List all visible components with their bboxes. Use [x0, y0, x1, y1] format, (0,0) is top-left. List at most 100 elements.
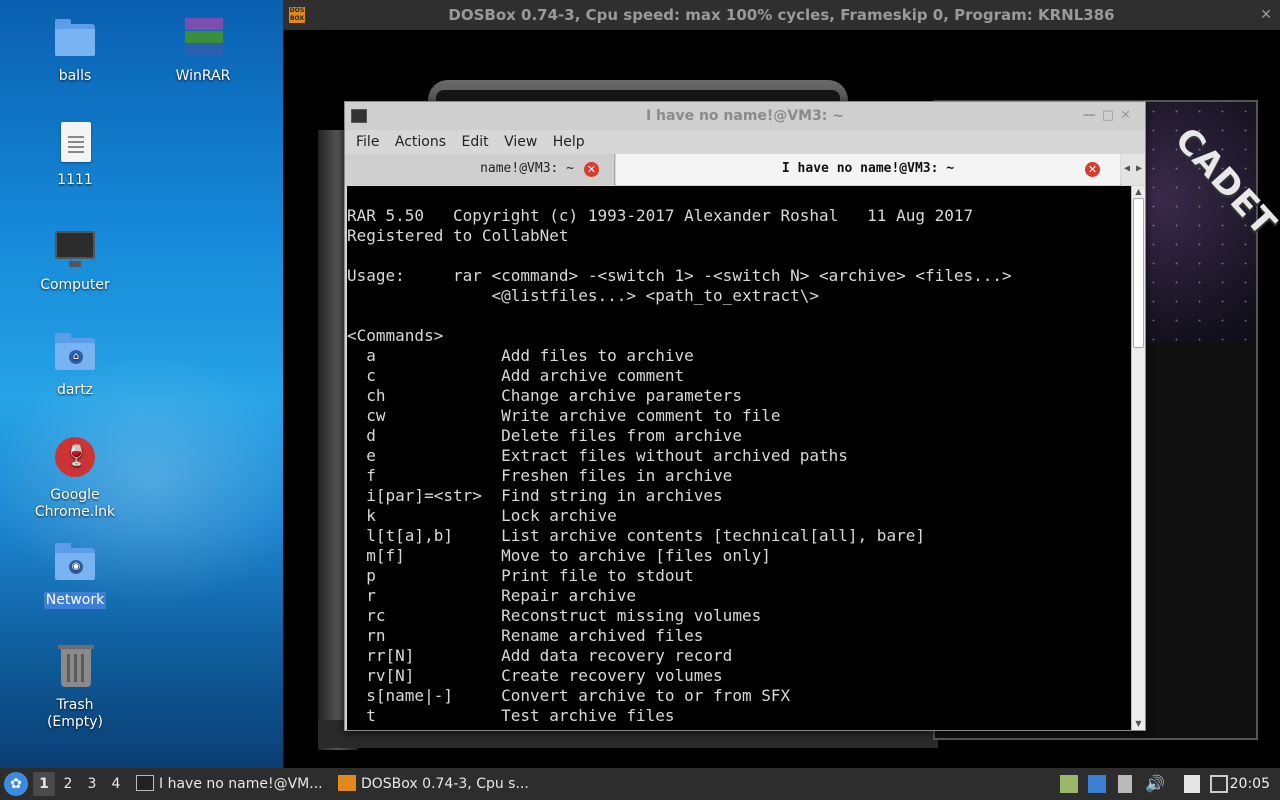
terminal-window: I have no name!@VM3: ~ —□✕ File Actions … [344, 101, 1146, 731]
terminal-line: <@listfiles...> <path_to_extract\> [347, 286, 820, 305]
terminal-line: rv[N] Create recovery volumes [347, 666, 723, 685]
taskbar-item-dosbox[interactable]: DOSBox 0.74-3, Cpu s... [338, 770, 533, 798]
tab-scroll-left-icon[interactable]: ◀ [1121, 154, 1133, 185]
menu-edit[interactable]: Edit [450, 130, 488, 154]
menu-bar: File Actions Edit View Help [345, 130, 1145, 154]
maximize-icon[interactable]: □ [1102, 108, 1120, 123]
workspace-1[interactable]: 1 [33, 772, 55, 796]
dosbox-titlebar[interactable]: DOS BOX DOSBox 0.74-3, Cpu speed: max 10… [283, 0, 1280, 30]
terminal-line: m[f] Move to archive [files only] [347, 546, 771, 565]
desktop-icon-label: Google Chrome.lnk [34, 487, 116, 520]
workspace-4[interactable]: 4 [105, 772, 127, 796]
clipboard-icon[interactable] [1184, 775, 1200, 793]
scroll-down-icon[interactable]: ▼ [1132, 718, 1145, 730]
terminal-line: p Print file to stdout [347, 566, 694, 585]
dosbox-icon [338, 774, 356, 791]
menu-help[interactable]: Help [542, 130, 585, 154]
document-icon[interactable] [1118, 775, 1132, 793]
terminal-line: c Add archive comment [347, 366, 685, 385]
terminal-line: rc Reconstruct missing volumes [347, 606, 762, 625]
network-icon[interactable] [1210, 775, 1228, 793]
close-icon[interactable]: ✕ [1260, 0, 1272, 30]
window-controls: —□✕ [1083, 102, 1137, 130]
winrar-icon [179, 16, 227, 64]
terminal-line: cw Write archive comment to file [347, 406, 781, 425]
terminal-line: f Freshen files in archive [347, 466, 733, 485]
terminal-line: r Repair archive [347, 586, 636, 605]
home-folder-icon: ⌂ [51, 330, 99, 378]
start-menu-button[interactable]: ✿ [4, 772, 28, 796]
terminal-line: rn Rename archived files [347, 626, 704, 645]
start-menu-icon: ✿ [10, 776, 22, 792]
tab-terminal-1[interactable]: name!@VM3: ~ ✕ [345, 154, 615, 185]
desktop-icon-google-chrome[interactable]: GoogleChrome.lnk [25, 435, 125, 521]
desktop-icon-1111[interactable]: 1111 [25, 120, 125, 189]
task-label: DOSBox 0.74-3, Cpu s... [361, 776, 529, 792]
menu-file[interactable]: File [345, 130, 379, 154]
desktop-icon-computer[interactable]: Computer [25, 225, 125, 294]
taskbar: ✿ 1 2 3 4 I have no name!@VM... DOSBox 0… [0, 768, 1280, 800]
desktop-icon-label: dartz [56, 382, 94, 398]
desktop: balls WinRAR 1111 Computer ⌂ dartz Googl… [0, 0, 283, 768]
terminal-title: I have no name!@VM3: ~ [645, 108, 845, 124]
minimize-icon[interactable]: — [1083, 108, 1102, 123]
terminal-line: Usage: rar <command> -<switch 1> -<switc… [347, 266, 1012, 285]
terminal-line: rr[N] Add data recovery record [347, 646, 733, 665]
terminal-output[interactable]: RAR 5.50 Copyright (c) 1993-2017 Alexand… [347, 186, 1131, 730]
clock[interactable]: 20:05 [1230, 768, 1270, 800]
terminal-titlebar[interactable]: I have no name!@VM3: ~ —□✕ [345, 102, 1145, 130]
scrollbar-thumb[interactable] [1133, 198, 1144, 348]
game-logo-text: CADET [1166, 119, 1280, 245]
terminal-line: t Test archive files [347, 706, 675, 725]
scroll-up-icon[interactable]: ▲ [1132, 186, 1145, 198]
terminal-line: <Commands> [347, 326, 444, 345]
notes-icon[interactable] [1060, 775, 1078, 793]
desktop-icon-label: Computer [40, 277, 110, 293]
terminal-line: e Extract files without archived paths [347, 446, 848, 465]
task-label: I have no name!@VM... [159, 776, 323, 792]
wine-icon [51, 435, 99, 483]
terminal-line: d Delete files from archive [347, 426, 742, 445]
terminal-line: k Lock archive [347, 506, 617, 525]
workspace-3[interactable]: 3 [81, 772, 103, 796]
desktop-icon-label: WinRAR [175, 68, 231, 84]
tab-label: I have no name!@VM3: ~ [781, 161, 955, 176]
trash-icon [51, 645, 99, 693]
tab-label: name!@VM3: ~ [480, 161, 574, 176]
desktop-icon-label: Network [43, 592, 107, 609]
desktop-icon-network[interactable]: ◉ Network [25, 540, 125, 609]
terminal-line: Registered to CollabNet [347, 226, 569, 245]
dosbox-logo-icon: DOS BOX [289, 7, 305, 23]
terminal-line: a Add files to archive [347, 346, 694, 365]
desktop-icon-label: 1111 [57, 172, 93, 188]
volume-icon[interactable]: 🔊 [1145, 775, 1165, 793]
close-icon[interactable]: ✕ [1120, 108, 1137, 123]
close-tab-icon[interactable]: ✕ [1085, 162, 1100, 177]
taskbar-item-terminal[interactable]: I have no name!@VM... [136, 770, 326, 798]
computer-icon [51, 225, 99, 273]
terminal-line: ch Change archive parameters [347, 386, 742, 405]
menu-view[interactable]: View [493, 130, 537, 154]
tab-scroll-right-icon[interactable]: ▶ [1133, 154, 1145, 185]
desktop-icon-label: Trash (Empty) [46, 697, 104, 730]
close-tab-icon[interactable]: ✕ [584, 162, 599, 177]
menu-actions[interactable]: Actions [384, 130, 446, 154]
terminal-icon [351, 109, 367, 123]
desktop-icon-balls[interactable]: balls [25, 16, 125, 85]
terminal-line: s[name|-] Convert archive to or from SFX [347, 686, 791, 705]
terminal-line: l[t[a],b] List archive contents [technic… [347, 526, 925, 545]
workspace-2[interactable]: 2 [57, 772, 79, 796]
terminal-scrollbar[interactable]: ▲ ▼ [1131, 186, 1145, 730]
folder-icon [51, 16, 99, 64]
terminal-line: i[par]=<str> Find string in archives [347, 486, 723, 505]
dosbox-title: DOSBox 0.74-3, Cpu speed: max 100% cycle… [448, 6, 1115, 24]
desktop-icon-winrar[interactable]: WinRAR [153, 16, 253, 85]
desktop-icon-label: balls [58, 68, 92, 84]
desktop-icon-trash[interactable]: Trash (Empty) [25, 645, 125, 731]
tab-terminal-2[interactable]: I have no name!@VM3: ~ ✕ [616, 154, 1120, 185]
terminal-icon [136, 774, 154, 791]
window-icon[interactable] [1088, 775, 1106, 793]
desktop-icon-dartz[interactable]: ⌂ dartz [25, 330, 125, 399]
